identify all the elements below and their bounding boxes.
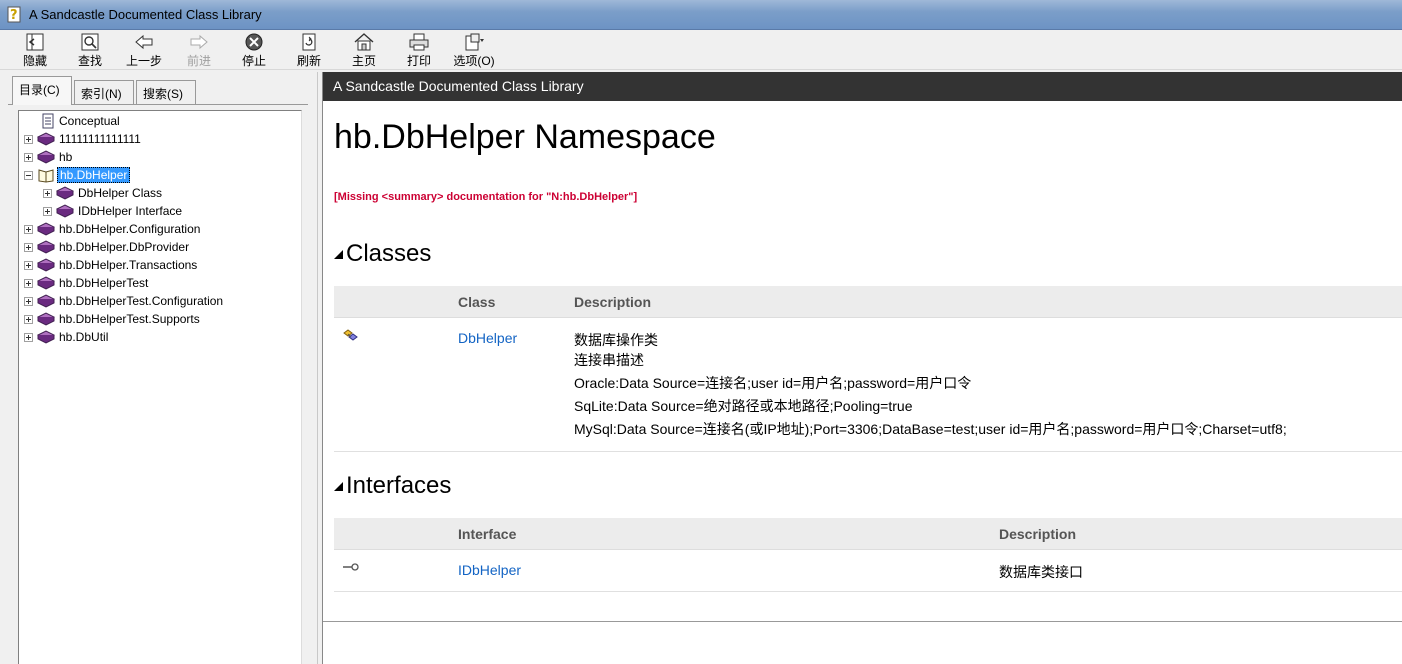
expand-icon[interactable] <box>24 153 33 162</box>
public-class-icon <box>343 329 358 341</box>
tree-item[interactable]: IDbHelper Interface <box>19 203 289 221</box>
home-button[interactable]: 主页 <box>342 32 386 68</box>
collapse-triangle-icon <box>334 250 343 259</box>
book-icon <box>37 294 55 308</box>
expand-icon[interactable] <box>24 333 33 342</box>
tree-item-selected[interactable]: hb.DbHelper <box>19 167 289 185</box>
book-icon <box>37 258 55 272</box>
tree-item[interactable]: hb.DbHelper.Transactions <box>19 257 289 275</box>
toolbar: 隐藏 查找 上一步 前进 停止 刷新 主页 打印 选项(O) <box>0 30 1402 70</box>
tree-item-conceptual[interactable]: Conceptual <box>19 113 289 131</box>
table-row: IDbHelper 数据库类接口 <box>334 550 1402 592</box>
table-row: DbHelper 数据库操作类 连接串描述 Oracle:Data Source… <box>334 318 1402 452</box>
tree-item[interactable]: DbHelper Class <box>19 185 289 203</box>
book-icon <box>56 204 74 218</box>
find-icon <box>81 33 99 51</box>
classes-section-toggle[interactable]: Classes <box>334 240 431 268</box>
content-header: A Sandcastle Documented Class Library <box>323 72 1402 101</box>
window-title: A Sandcastle Documented Class Library <box>29 7 262 22</box>
tree-item[interactable]: hb.DbHelper.DbProvider <box>19 239 289 257</box>
tree-item[interactable]: hb.DbHelperTest <box>19 275 289 293</box>
expand-icon[interactable] <box>24 315 33 324</box>
title-bar: ? A Sandcastle Documented Class Library <box>0 0 1402 30</box>
expand-icon[interactable] <box>24 297 33 306</box>
expand-icon[interactable] <box>24 243 33 252</box>
expand-icon[interactable] <box>24 135 33 144</box>
book-icon <box>37 222 55 236</box>
svg-text:?: ? <box>10 8 18 23</box>
tree-item[interactable]: hb <box>19 149 289 167</box>
book-icon <box>37 132 55 146</box>
page-icon <box>42 113 54 129</box>
tree-item[interactable]: hb.DbHelperTest.Configuration <box>19 293 289 311</box>
collapse-icon[interactable] <box>24 171 33 180</box>
book-icon <box>37 276 55 290</box>
back-arrow-icon <box>135 34 153 50</box>
public-interface-icon <box>343 563 359 571</box>
hide-button[interactable]: 隐藏 <box>13 32 57 68</box>
navigation-pane: 目录(C) 索引(N) 搜索(S) Conceptual 11111111111… <box>8 72 310 664</box>
class-link-dbhelper[interactable]: DbHelper <box>458 330 517 346</box>
printer-icon <box>409 33 429 51</box>
refresh-icon <box>302 33 316 51</box>
forward-arrow-icon <box>190 34 208 50</box>
refresh-button[interactable]: 刷新 <box>287 32 331 68</box>
stop-icon <box>245 33 263 51</box>
open-book-icon <box>38 169 54 183</box>
book-icon <box>37 312 55 326</box>
tree-item[interactable]: 11111111111111 <box>19 131 289 149</box>
book-icon <box>37 330 55 344</box>
help-icon: ? <box>7 6 21 23</box>
stop-button[interactable]: 停止 <box>232 32 276 68</box>
classes-table-header: Class Description <box>334 286 1402 318</box>
hide-icon <box>26 33 44 51</box>
interfaces-table-header: Interface Description <box>334 518 1402 550</box>
expand-icon[interactable] <box>24 279 33 288</box>
tab-search[interactable]: 搜索(S) <box>136 80 196 104</box>
expand-icon[interactable] <box>24 225 33 234</box>
tab-contents[interactable]: 目录(C) <box>12 76 72 105</box>
options-button[interactable]: 选项(O) <box>452 32 496 68</box>
content-pane: A Sandcastle Documented Class Library hb… <box>322 72 1402 664</box>
expand-icon[interactable] <box>43 189 52 198</box>
book-icon <box>37 240 55 254</box>
tree-item[interactable]: hb.DbHelper.Configuration <box>19 221 289 239</box>
expand-icon[interactable] <box>24 261 33 270</box>
forward-button[interactable]: 前进 <box>177 32 221 68</box>
pane-splitter[interactable] <box>310 72 322 664</box>
tree-item[interactable]: hb.DbUtil <box>19 329 289 347</box>
options-icon <box>465 33 484 51</box>
tab-index[interactable]: 索引(N) <box>74 80 134 104</box>
interface-link-idbhelper[interactable]: IDbHelper <box>458 562 521 578</box>
book-icon <box>56 186 74 200</box>
collapse-triangle-icon <box>334 482 343 491</box>
nav-tabs: 目录(C) 索引(N) 搜索(S) <box>8 76 308 105</box>
interfaces-section-toggle[interactable]: Interfaces <box>334 472 451 500</box>
expand-icon[interactable] <box>43 207 52 216</box>
tree-item[interactable]: hb.DbHelperTest.Supports <box>19 311 289 329</box>
missing-summary-text: [Missing <summary> documentation for "N:… <box>334 191 638 203</box>
find-button[interactable]: 查找 <box>68 32 112 68</box>
page-title: hb.DbHelper Namespace <box>334 118 716 156</box>
print-button[interactable]: 打印 <box>397 32 441 68</box>
home-icon <box>354 33 374 51</box>
back-button[interactable]: 上一步 <box>122 32 166 68</box>
contents-tree[interactable]: Conceptual 11111111111111 hb hb.DbHelper <box>18 110 302 664</box>
document-page: hb.DbHelper Namespace [Missing <summary>… <box>323 101 1402 622</box>
book-icon <box>37 150 55 164</box>
